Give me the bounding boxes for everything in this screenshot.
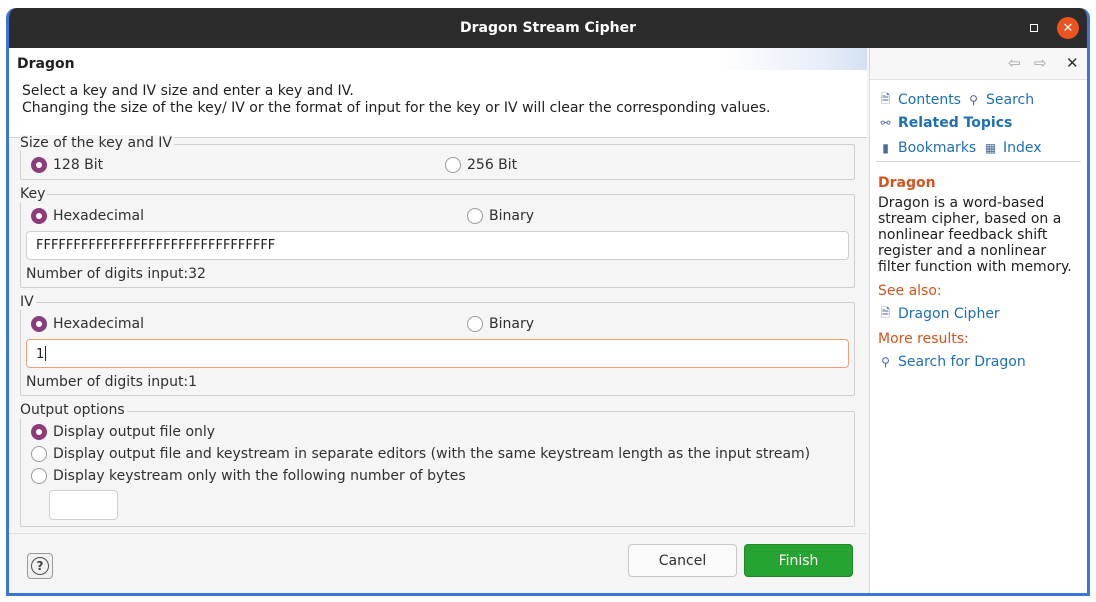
header-description: Select a key and IV size and enter a key…: [22, 83, 771, 117]
more-results-label: More results:: [878, 331, 969, 347]
help-topic-heading: Dragon: [878, 175, 936, 191]
radio-label: Hexadecimal: [53, 208, 144, 224]
radio-256-bit[interactable]: 256 Bit: [445, 157, 517, 173]
cancel-button[interactable]: Cancel: [628, 544, 737, 577]
iv-group-legend: IV: [20, 294, 36, 310]
maximize-icon: [1030, 24, 1038, 32]
bookmarks-icon: ▮: [882, 141, 889, 155]
help-bookmarks-label: Bookmarks: [898, 140, 977, 156]
search-for-dragon-label: Search for Dragon: [898, 354, 1026, 370]
key-input[interactable]: FFFFFFFFFFFFFFFFFFFFFFFFFFFFFFFF: [26, 231, 849, 260]
search-icon: ⚲: [969, 93, 978, 107]
index-icon: ▦: [984, 141, 997, 155]
help-topic-body: Dragon is a word-based stream cipher, ba…: [878, 195, 1072, 275]
wizard-header: Dragon Select a key and IV size and ente…: [9, 48, 867, 138]
document-icon: 🗎: [880, 305, 891, 320]
iv-input[interactable]: 1: [26, 339, 849, 368]
title-bar[interactable]: Dragon Stream Cipher ✕: [9, 8, 1087, 48]
window-title: Dragon Stream Cipher: [460, 20, 636, 36]
dialog-window: Dragon Stream Cipher ✕ Dragon Select a k…: [6, 8, 1090, 596]
output-options-legend: Output options: [20, 402, 127, 418]
see-also-label: See also:: [878, 283, 942, 299]
dragon-cipher-link[interactable]: 🗎 Dragon Cipher: [878, 305, 1000, 323]
help-index-link[interactable]: ▦ Index: [983, 140, 1042, 156]
search-for-dragon-link[interactable]: ⚲ Search for Dragon: [878, 354, 1026, 370]
iv-radio-binary[interactable]: Binary: [467, 316, 534, 332]
radio-indicator: [467, 208, 483, 224]
iv-digit-count: Number of digits input:1: [26, 374, 198, 390]
help-contents-label: Contents: [898, 92, 961, 108]
key-group-legend: Key: [20, 186, 48, 202]
key-digit-count: Number of digits input:32: [26, 266, 206, 282]
radio-indicator: [31, 446, 47, 462]
output-radio-file-only[interactable]: Display output file only: [31, 424, 215, 440]
help-index-label: Index: [1003, 140, 1042, 156]
radio-label: 128 Bit: [53, 157, 104, 173]
radio-label: Binary: [489, 316, 534, 332]
related-topics-icon: ⚯: [880, 116, 891, 130]
forward-arrow-icon[interactable]: ⇨: [1034, 54, 1047, 72]
close-window-button[interactable]: ✕: [1057, 17, 1079, 39]
dragon-cipher-label: Dragon Cipher: [898, 306, 1000, 322]
search-icon: ⚲: [881, 355, 890, 369]
radio-label: Display keystream only with the followin…: [53, 468, 466, 484]
radio-indicator: [31, 424, 47, 440]
radio-label: Hexadecimal: [53, 316, 144, 332]
footer-divider: [9, 533, 867, 534]
finish-button[interactable]: Finish: [744, 544, 853, 577]
key-radio-hexadecimal[interactable]: Hexadecimal: [31, 208, 144, 224]
radio-indicator: [31, 208, 47, 224]
radio-indicator: [467, 316, 483, 332]
text-caret: [45, 346, 47, 361]
page-title: Dragon: [17, 56, 75, 72]
help-bookmarks-link[interactable]: ▮ Bookmarks: [878, 140, 976, 156]
key-input-value: FFFFFFFFFFFFFFFFFFFFFFFFFFFFFFFF: [36, 238, 276, 253]
back-arrow-icon[interactable]: ⇦: [1008, 54, 1021, 72]
help-contents-link[interactable]: 🗎 Contents: [878, 91, 961, 109]
maximize-button[interactable]: [1024, 18, 1044, 38]
help-glyph: ?: [36, 559, 44, 573]
help-related-label: Related Topics: [898, 115, 1013, 131]
radio-label: Display output file only: [53, 424, 216, 440]
close-icon: ✕: [1062, 20, 1074, 36]
radio-indicator: [31, 157, 47, 173]
help-button[interactable]: ?: [27, 553, 53, 579]
output-radio-keystream-only[interactable]: Display keystream only with the followin…: [31, 468, 466, 484]
radio-indicator: [445, 157, 461, 173]
radio-label: Display output file and keystream in sep…: [53, 446, 811, 462]
close-help-icon[interactable]: ✕: [1066, 54, 1079, 72]
iv-radio-hexadecimal[interactable]: Hexadecimal: [31, 316, 144, 332]
help-icon: ?: [31, 557, 49, 575]
key-radio-binary[interactable]: Binary: [467, 208, 534, 224]
radio-128-bit[interactable]: 128 Bit: [31, 157, 103, 173]
description-line-2: Changing the size of the key/ IV or the …: [22, 100, 771, 116]
radio-indicator: [31, 316, 47, 332]
contents-icon: 🗎: [880, 91, 891, 106]
keystream-bytes-input[interactable]: [49, 490, 118, 520]
radio-indicator: [31, 468, 47, 484]
wizard-main: Dragon Select a key and IV size and ente…: [9, 48, 867, 593]
help-pane: ⇦ ⇨ ✕ 🗎 Contents ⚲ Search ⚯ Related Topi…: [869, 48, 1087, 593]
help-divider: [876, 161, 1081, 162]
iv-input-value: 1: [36, 347, 45, 362]
help-search-label: Search: [986, 92, 1035, 108]
help-toolbar: ⇦ ⇨ ✕: [870, 48, 1087, 80]
help-search-link[interactable]: ⚲ Search: [966, 92, 1034, 108]
help-related-topics-link[interactable]: ⚯ Related Topics: [878, 115, 1012, 131]
header-banner: [717, 48, 867, 70]
description-line-1: Select a key and IV size and enter a key…: [22, 83, 354, 99]
size-group-legend: Size of the key and IV: [20, 135, 175, 151]
radio-label: Binary: [489, 208, 534, 224]
output-radio-file-and-keystream[interactable]: Display output file and keystream in sep…: [31, 446, 810, 462]
radio-label: 256 Bit: [467, 157, 518, 173]
